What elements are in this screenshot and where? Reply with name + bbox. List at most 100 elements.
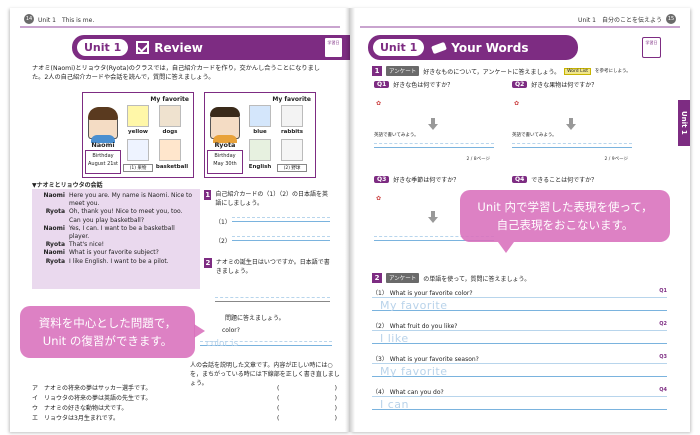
left-page: 14 Unit 1 This is me. Unit 1 Review 学習日 … bbox=[10, 8, 350, 432]
answer-question: （3） What is your favorite season? bbox=[372, 356, 479, 363]
flower-icon: ✿ bbox=[376, 100, 382, 107]
paint-tube-icon bbox=[249, 105, 271, 127]
statement-row: アナオミの将来の夢はサッカー選手です。 () bbox=[32, 385, 337, 392]
profile-card-naomi: My favorite Naomi Birthday August 21st y… bbox=[82, 92, 194, 178]
survey-chip: アンケート bbox=[386, 273, 420, 283]
question-2-text: ナオミの誕生日はいつですか。日本語で書きましょう。 bbox=[215, 259, 330, 275]
item-label: dogs bbox=[162, 129, 178, 135]
answer-row-1: （1） What is your favorite color? Q1 My f… bbox=[372, 288, 667, 318]
top-rule bbox=[360, 26, 680, 28]
running-head-right: Unit 1 自分のことを伝えよう 15 bbox=[578, 14, 676, 24]
rabbit-icon bbox=[281, 105, 303, 127]
down-arrow-icon bbox=[566, 118, 576, 130]
answer-line-1[interactable] bbox=[232, 212, 330, 222]
item-label: blue bbox=[253, 129, 267, 135]
section-2-header: 2 アンケート の単語を使って，質問に答えましょう。 bbox=[372, 273, 530, 283]
answer-question: （2） What fruit do you like? bbox=[372, 323, 458, 330]
flower-icon: ✿ bbox=[376, 195, 382, 202]
dialogue-line: Ryota That's nice! bbox=[45, 241, 105, 249]
section-2-text: の単語を使って，質問に答えましょう。 bbox=[423, 275, 531, 283]
dialogue-line: Naomi Here you are. My name is Naomi. Nic… bbox=[43, 192, 193, 208]
fruit-icon bbox=[127, 139, 149, 161]
trace-text: color is bbox=[206, 339, 239, 349]
dialogue-line: Ryota I like English. I want to be a pilo… bbox=[45, 257, 169, 265]
item-label: rabbits bbox=[280, 129, 304, 135]
question-3-fragment: color? bbox=[222, 327, 240, 334]
page-ref: 2 / 8ページ bbox=[466, 157, 490, 162]
blank-2: (2) 野球 bbox=[277, 164, 307, 172]
section-1-header: 1 アンケート 好きなものについて，アンケートに答えましょう。 Word Lis… bbox=[372, 66, 631, 76]
trace-text: I can bbox=[380, 398, 410, 411]
birthday-box: Birthday May 30th bbox=[207, 150, 243, 174]
birthday-value: May 30th bbox=[213, 161, 237, 167]
page-number-left: 14 bbox=[24, 14, 34, 24]
blank-label: （1） bbox=[215, 219, 231, 226]
dialogue-line: Ryota Oh, thank you! Nice to meet you, to… bbox=[45, 208, 183, 224]
q4-text: できることは何ですか？ bbox=[531, 177, 598, 184]
profile-card-ryota: My favorite Ryota Birthday May 30th blue… bbox=[204, 92, 316, 178]
birthday-label: Birthday bbox=[92, 153, 114, 159]
answer-row-4: （4） What can you do? Q4 I can bbox=[372, 387, 667, 417]
statement-row: イリョウタの将来の夢は英語の先生です。 () bbox=[32, 395, 337, 402]
q3-text: 好きな季節は何ですか？ bbox=[393, 177, 460, 184]
study-date-stamp: 学習日 bbox=[324, 37, 343, 58]
answer-row-3: （3） What is your favorite season? Q3 My … bbox=[372, 354, 667, 384]
review-banner: Unit 1 Review bbox=[72, 35, 350, 60]
down-arrow-icon bbox=[428, 118, 438, 130]
statement-list: アナオミの将来の夢はサッカー選手です。 () イリョウタの将来の夢は英語の先生で… bbox=[32, 384, 337, 424]
running-head-left: 14 Unit 1 This is me. bbox=[24, 14, 94, 24]
baseball-icon bbox=[281, 139, 303, 161]
checkbox-icon bbox=[136, 41, 150, 54]
callout-your-words: Unit 内で学習した表現を使って， 自己表現をおこないます。 bbox=[460, 190, 670, 253]
your-words-banner: Unit 1 Your Words bbox=[368, 35, 578, 60]
trace-text: My favorite bbox=[380, 365, 448, 378]
study-date-stamp: 学習日 bbox=[642, 37, 661, 58]
book-gutter bbox=[345, 8, 355, 432]
dog-icon bbox=[159, 105, 181, 127]
word-list-badge: Word List bbox=[564, 67, 591, 75]
question-2: 2 ナオミの誕生日はいつですか。日本語で書きましょう。 bbox=[204, 258, 334, 276]
page-number-right: 15 bbox=[666, 14, 676, 24]
answer-question: （4） What can you do? bbox=[372, 389, 444, 396]
callout-review: 資料を中心とした問題で， Unit の復習ができます。 bbox=[20, 306, 205, 358]
card-heading: My favorite bbox=[272, 96, 311, 103]
q1-answer-line[interactable] bbox=[374, 138, 494, 148]
survey-q2: Q2 好きな果物は何ですか？ ✿ 英語で書いてみよう。 2 / 9ページ bbox=[512, 80, 632, 170]
survey-q1: Q1 好きな色は何ですか？ ✿ 英語で書いてみよう。 2 / 8ページ bbox=[374, 80, 494, 170]
question-1-text: 自己紹介カードの（1）（2）の日本語を英語にしましょう。 bbox=[215, 191, 329, 207]
paint-tube-icon bbox=[127, 105, 149, 127]
q2-text: 好きな果物は何ですか？ bbox=[531, 82, 598, 89]
answer-question: （1） What is your favorite color? bbox=[372, 290, 473, 297]
dialogue-title: ▼ナオミとリョウタの会話 bbox=[32, 182, 103, 189]
q-ref-badge: Q1 bbox=[659, 288, 667, 294]
q-ref-badge: Q2 bbox=[659, 321, 667, 327]
down-arrow-icon bbox=[428, 211, 438, 223]
section-1-text: 好きなものについて，アンケートに答えましょう。 bbox=[423, 68, 561, 76]
eraser-icon bbox=[431, 41, 448, 54]
girl-avatar-icon bbox=[88, 107, 118, 143]
writing-guide[interactable] bbox=[372, 330, 667, 344]
running-head-text: Unit 1 This is me. bbox=[38, 16, 95, 24]
item-label: English bbox=[248, 164, 272, 170]
birthday-box: Birthday August 21st bbox=[85, 150, 121, 174]
flower-icon: ✿ bbox=[514, 100, 520, 107]
card-heading: My favorite bbox=[150, 96, 189, 103]
statement-row: エリョウタは3月生まれです。 () bbox=[32, 415, 337, 422]
answer-line-3[interactable] bbox=[215, 292, 330, 302]
question-1: 1 自己紹介カードの（1）（2）の日本語を英語にしましょう。 bbox=[204, 190, 334, 208]
running-head-text: Unit 1 自分のことを伝えよう bbox=[578, 16, 662, 24]
unit-label: Unit 1 bbox=[373, 39, 425, 56]
answer-line-2[interactable] bbox=[232, 231, 330, 241]
writing-guide[interactable] bbox=[372, 396, 667, 410]
intro-text: ナオミ(Naomi)とリョウタ(Ryota)のクラスでは，自己紹介カードを作り，… bbox=[32, 65, 320, 81]
dialogue-line: Naomi What is your favorite subject? bbox=[43, 249, 159, 257]
word-list-note: を参考にしよう。 bbox=[594, 69, 631, 74]
trace-text: My favorite bbox=[380, 299, 448, 312]
blank-label: （2） bbox=[215, 238, 231, 245]
survey-chip: アンケート bbox=[386, 66, 420, 76]
q-ref-badge: Q4 bbox=[659, 387, 667, 393]
q2-answer-line[interactable] bbox=[512, 138, 632, 148]
book-icon bbox=[249, 139, 271, 161]
top-rule bbox=[20, 26, 340, 28]
dialogue-line: Naomi Yes, I can. I want to be a basketba… bbox=[43, 224, 175, 241]
